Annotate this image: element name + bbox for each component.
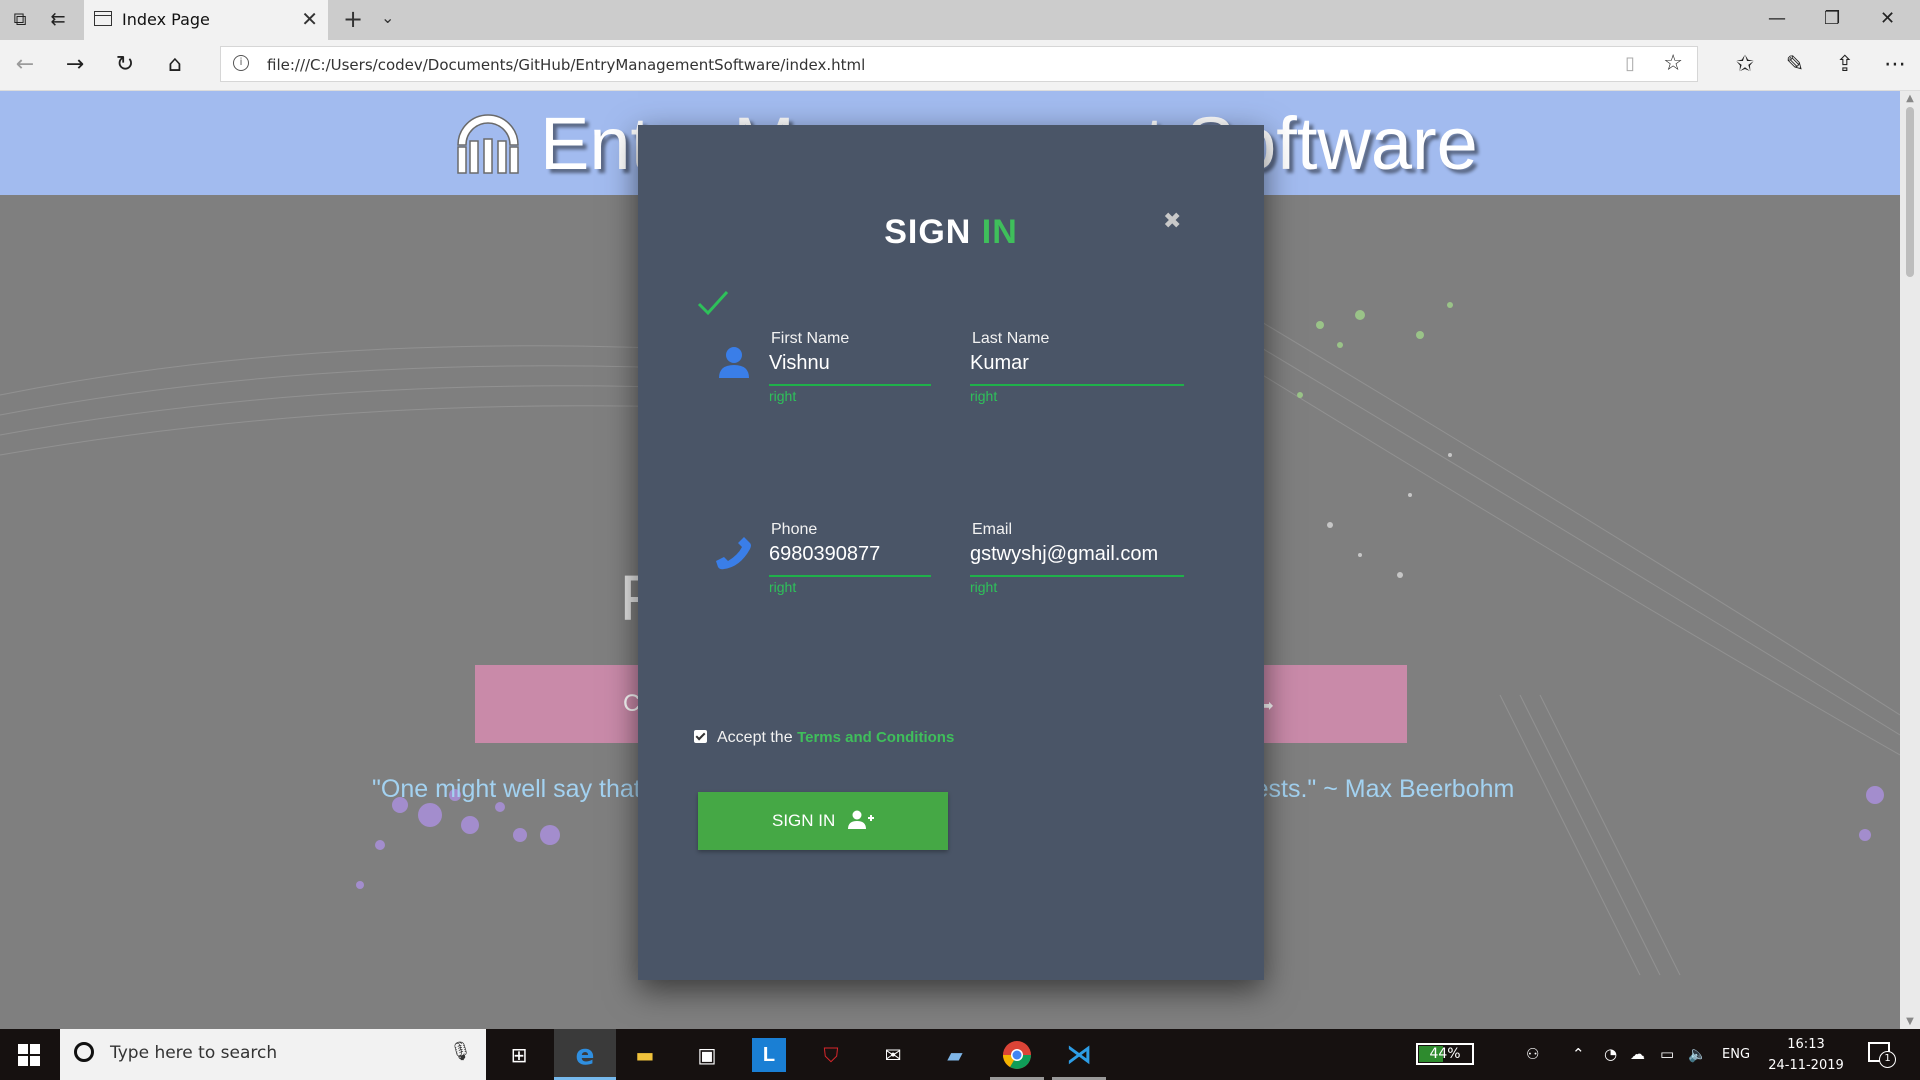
l-app-icon[interactable]: L	[752, 1038, 786, 1072]
clock-date: 24-11-2019	[1768, 1058, 1844, 1073]
tab-title: Index Page	[122, 10, 210, 29]
volume-icon[interactable]: 🔈	[1688, 1045, 1707, 1063]
phone-input[interactable]: 6980390877	[769, 543, 880, 566]
more-icon[interactable]: ⋯	[1880, 50, 1910, 80]
first-name-hint: right	[769, 388, 797, 404]
phone-hint: right	[769, 579, 797, 595]
first-name-underline	[769, 384, 931, 386]
clock[interactable]: 16:13 24-11-2019	[1766, 1034, 1846, 1076]
set-aside-icon[interactable]: ⇇	[47, 9, 69, 31]
terms-row: Accept the Terms and Conditions	[694, 729, 954, 747]
scroll-thumb[interactable]	[1906, 107, 1914, 277]
url-field[interactable]: i file:///C:/Users/codev/Documents/GitHu…	[220, 46, 1698, 82]
terms-checkbox[interactable]	[694, 730, 707, 743]
page-icon	[94, 11, 112, 26]
remote-desktop-icon[interactable]: ▰	[938, 1038, 972, 1072]
browser-tab[interactable]: Index Page ✕	[84, 0, 328, 40]
close-modal-icon[interactable]: ✖	[1163, 209, 1181, 234]
close-tab-icon[interactable]: ✕	[301, 7, 318, 31]
scroll-up-icon[interactable]: ▲	[1900, 93, 1920, 104]
sign-in-button[interactable]: SIGN IN	[698, 792, 948, 850]
wifi-icon[interactable]: ◔	[1604, 1045, 1617, 1063]
add-user-icon	[848, 810, 875, 829]
mail-icon[interactable]: ✉	[876, 1038, 910, 1072]
user-icon	[719, 347, 749, 378]
chrome-icon[interactable]	[1000, 1038, 1034, 1072]
minimize-icon[interactable]: —	[1768, 8, 1786, 29]
forward-icon[interactable]: →	[60, 50, 90, 80]
people-icon[interactable]: ⚇	[1526, 1045, 1539, 1063]
modal-title-main: SIGN	[884, 213, 972, 251]
restore-icon[interactable]: ❐	[1824, 8, 1840, 29]
cortana-icon[interactable]	[74, 1042, 94, 1062]
address-bar: ← → ↻ ⌂ i file:///C:/Users/codev/Documen…	[0, 40, 1920, 91]
favorite-star-icon[interactable]: ☆	[1663, 51, 1683, 76]
close-window-icon[interactable]: ✕	[1880, 8, 1895, 29]
email-underline	[970, 575, 1184, 577]
info-icon[interactable]: i	[233, 55, 249, 71]
action-center-icon[interactable]: 1	[1868, 1042, 1896, 1068]
email-hint: right	[970, 579, 998, 595]
last-name-underline	[970, 384, 1184, 386]
new-tab-icon[interactable]: +	[343, 5, 363, 33]
taskbar-search[interactable]: Type here to search 🎙	[60, 1029, 486, 1080]
quote-right: uests." ~ Max Beerbohm	[1240, 775, 1515, 803]
notes-icon[interactable]: ✎	[1780, 50, 1810, 80]
battery-tray-icon[interactable]: ▭	[1660, 1045, 1674, 1063]
first-name-input[interactable]: Vishnu	[769, 352, 830, 375]
show-hidden-icons-icon[interactable]: ⌃	[1572, 1045, 1585, 1063]
language-indicator[interactable]: ENG	[1722, 1047, 1750, 1062]
share-icon[interactable]: ⇪	[1830, 50, 1860, 80]
onedrive-icon[interactable]: ☁	[1630, 1045, 1645, 1063]
task-view-icon[interactable]: ⊞	[502, 1038, 536, 1072]
battery-percent: 44%	[1429, 1046, 1461, 1062]
sign-in-button-label: SIGN IN	[771, 811, 836, 830]
search-placeholder[interactable]: Type here to search	[110, 1043, 277, 1063]
url-text[interactable]: file:///C:/Users/codev/Documents/GitHub/…	[267, 56, 865, 74]
vscode-icon[interactable]: ⋊	[1062, 1038, 1096, 1072]
tab-overview-icon[interactable]: ⧉	[9, 9, 31, 31]
last-name-input[interactable]: Kumar	[970, 352, 1029, 375]
taskbar: Type here to search 🎙 ⊞ e ▬ ▣ L ⛉ ✉ ▰ ⋊ …	[0, 1029, 1920, 1080]
phone-underline	[769, 575, 931, 577]
last-name-hint: right	[970, 388, 998, 404]
notification-count: 1	[1879, 1051, 1896, 1068]
modal-title-accent: IN	[981, 213, 1018, 251]
gate-logo-icon	[457, 114, 519, 174]
battery-indicator[interactable]: 44%	[1416, 1043, 1474, 1065]
first-name-label: First Name	[771, 330, 850, 347]
file-explorer-icon[interactable]: ▬	[628, 1038, 662, 1072]
home-icon[interactable]: ⌂	[160, 50, 190, 80]
quote-left: "One might well say that	[372, 775, 641, 803]
favorites-icon[interactable]: ✩	[1730, 50, 1760, 80]
browser-tab-bar: ⧉ ⇇ Index Page ✕ + ⌄ — ❐ ✕	[0, 0, 1920, 40]
clock-time: 16:13	[1787, 1037, 1825, 1052]
back-icon[interactable]: ←	[10, 50, 40, 80]
scroll-down-icon[interactable]: ▼	[1900, 1016, 1920, 1027]
phone-label: Phone	[771, 521, 818, 538]
windows-start-icon[interactable]	[18, 1044, 40, 1066]
email-input[interactable]: gstwyshj@gmail.com	[970, 543, 1158, 566]
page-scrollbar[interactable]: ▲ ▼	[1900, 91, 1920, 1029]
edge-icon[interactable]: e	[568, 1038, 602, 1072]
reading-view-icon[interactable]: ▯	[1625, 53, 1635, 74]
email-label: Email	[972, 521, 1013, 538]
sign-in-modal: SIGN IN ✖ First Name Vishnu right Last N…	[638, 125, 1264, 980]
background-button-left[interactable]: C	[475, 665, 665, 743]
store-icon[interactable]: ▣	[690, 1038, 724, 1072]
refresh-icon[interactable]: ↻	[110, 50, 140, 80]
checkmark-icon	[697, 290, 729, 316]
terms-prefix: Accept the	[717, 729, 793, 746]
last-name-label: Last Name	[972, 330, 1050, 347]
mcafee-icon[interactable]: ⛉	[814, 1038, 848, 1072]
tab-menu-icon[interactable]: ⌄	[381, 8, 394, 27]
microphone-icon[interactable]: 🎙	[449, 1041, 472, 1062]
phone-icon	[716, 537, 751, 570]
terms-link[interactable]: Terms and Conditions	[797, 729, 954, 746]
